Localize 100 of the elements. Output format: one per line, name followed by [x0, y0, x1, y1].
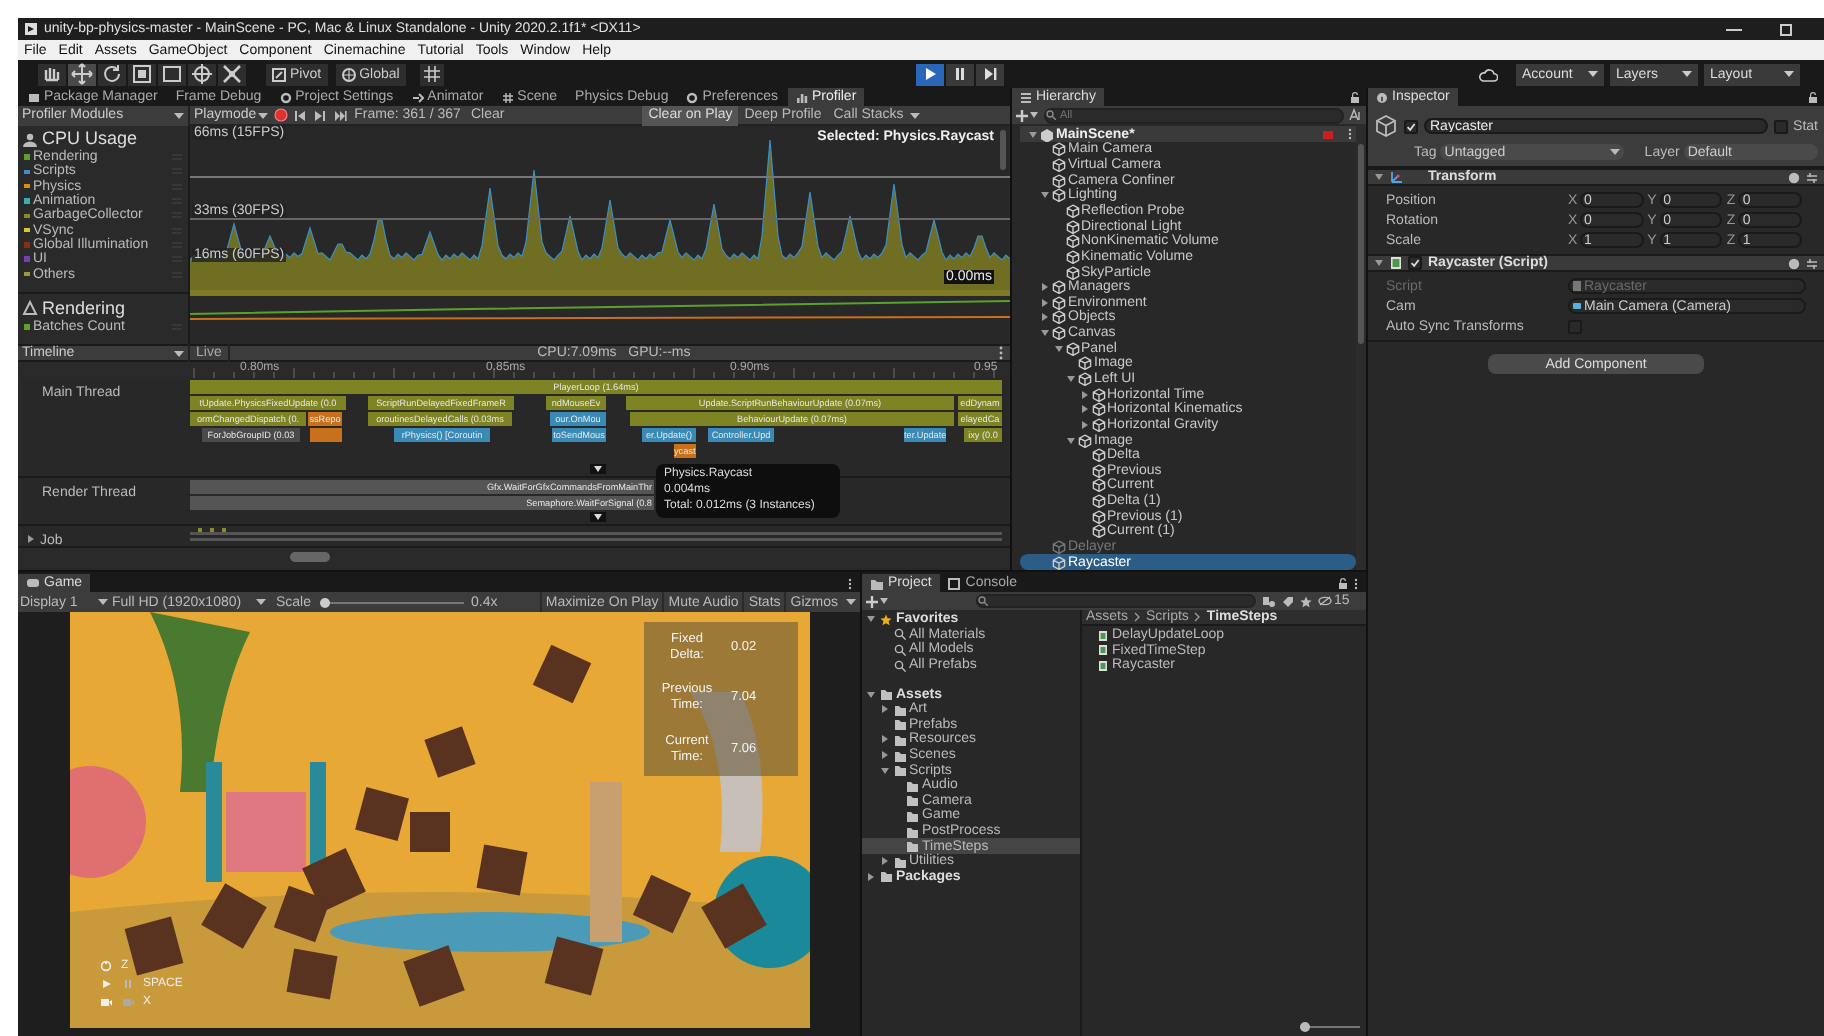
- caret-icon: [98, 598, 108, 606]
- scrollbar-thumb[interactable]: [290, 552, 330, 562]
- camera-icon: [1572, 302, 1582, 310]
- move-icon: [70, 62, 94, 86]
- caret-icon: [256, 598, 266, 606]
- add-button[interactable]: [1016, 109, 1040, 122]
- restore-icon[interactable]: [1776, 22, 1796, 36]
- chevron-icon: [1134, 612, 1141, 622]
- tool-button[interactable]: [38, 63, 66, 85]
- step-icon: [982, 66, 999, 82]
- grid-snap-button[interactable]: [419, 63, 444, 85]
- cpu-icon: [22, 131, 38, 147]
- expanded-arrow-icon: [879, 765, 889, 776]
- transform-axes-icon: [1390, 170, 1404, 184]
- static-checkbox[interactable]: [1773, 119, 1788, 133]
- enabled-checkbox[interactable]: [1408, 256, 1422, 270]
- flow-icon: [411, 91, 424, 103]
- gamepad-icon: [26, 578, 40, 588]
- caret-icon: [1030, 112, 1038, 119]
- pause-button[interactable]: [946, 63, 975, 85]
- tool-button[interactable]: [218, 63, 246, 85]
- slider-thumb[interactable]: [1300, 1022, 1310, 1032]
- play-icon: [99, 978, 111, 990]
- caret-icon: [258, 111, 269, 119]
- gear-icon: [686, 91, 699, 103]
- play-icon: [922, 66, 939, 82]
- sort-icon: [1348, 108, 1362, 123]
- scale-icon: [130, 62, 154, 86]
- expanded-arrow-icon: [1040, 190, 1050, 201]
- last-frame-icon: [333, 109, 348, 121]
- more-icon: [998, 346, 1004, 360]
- script-file-icon: [1390, 256, 1402, 270]
- caret-icon: [909, 111, 920, 119]
- help-icon: [1788, 257, 1800, 269]
- step-button[interactable]: [976, 63, 1005, 85]
- help-icon: [1788, 171, 1800, 183]
- previous-frame-icon: [293, 109, 308, 121]
- checkmark-icon: [1410, 258, 1420, 268]
- rendering-icon: [22, 300, 38, 317]
- camera-icon: [121, 996, 133, 1008]
- hidden-eye-icon: [1318, 596, 1332, 606]
- cube-icon: [1374, 114, 1398, 138]
- collapse-button[interactable]: [590, 464, 606, 474]
- expanded-arrow-icon: [866, 614, 876, 625]
- caret-icon: [174, 349, 184, 357]
- console-icon: [947, 577, 962, 589]
- module-title[interactable]: CPU Usage: [42, 130, 138, 148]
- search-icon: [978, 596, 988, 606]
- add-button[interactable]: [866, 595, 890, 607]
- collapse-button[interactable]: [590, 512, 606, 522]
- caret-icon: [1784, 70, 1795, 78]
- search-field[interactable]: [976, 594, 1256, 608]
- pause-icon: [121, 978, 133, 990]
- scrollbar-thumb[interactable]: [1358, 144, 1364, 345]
- search-icon: [1046, 109, 1056, 120]
- expanded-arrow-icon: [1066, 373, 1076, 384]
- lock-icon: [1350, 92, 1360, 104]
- transform-icon: [190, 62, 214, 86]
- settings-icon: [1806, 171, 1818, 183]
- expanded-arrow-icon: [1374, 172, 1384, 182]
- collapsed-arrow-icon: [879, 704, 889, 715]
- record-icon: [274, 108, 289, 122]
- list-icon: [1020, 91, 1032, 103]
- tool-button[interactable]: [128, 63, 156, 85]
- active-checkbox[interactable]: [1404, 119, 1418, 133]
- expanded-arrow-icon: [1066, 435, 1076, 446]
- pause-icon: [952, 66, 969, 82]
- play-button[interactable]: [916, 63, 945, 85]
- module-title[interactable]: Rendering: [42, 299, 126, 318]
- frame-step-button[interactable]: [290, 106, 311, 124]
- lock-icon: [1338, 578, 1348, 590]
- filter-type-icon: [1262, 595, 1276, 607]
- search-icon: [893, 659, 905, 672]
- package-icon: [28, 91, 40, 103]
- camera-icon: [99, 996, 111, 1008]
- settings-icon: [1806, 257, 1818, 269]
- tool-button[interactable]: [98, 63, 126, 85]
- cross-tools-icon: [220, 62, 244, 86]
- tool-button[interactable]: [68, 63, 96, 85]
- tool-button[interactable]: [188, 63, 216, 85]
- next-frame-icon: [313, 109, 328, 121]
- record-button[interactable]: [272, 106, 291, 124]
- frame-step-button[interactable]: [330, 106, 351, 124]
- caret-icon: [1588, 70, 1599, 78]
- rect-icon: [160, 62, 184, 86]
- caret-icon: [1610, 148, 1621, 156]
- hand-icon: [40, 62, 64, 86]
- star-icon: [1300, 595, 1312, 607]
- lock-icon: [1808, 92, 1818, 104]
- tool-button[interactable]: [158, 63, 186, 85]
- caret-icon: [1682, 70, 1693, 78]
- script-file-icon: [1572, 280, 1582, 292]
- plus-icon: [866, 595, 878, 607]
- star-icon: [880, 613, 892, 626]
- gear-icon: [279, 91, 292, 103]
- cloud-icon: [1478, 67, 1499, 81]
- globe-icon: [341, 67, 356, 81]
- slider-thumb[interactable]: [319, 597, 330, 607]
- frame-step-button[interactable]: [310, 106, 331, 124]
- caret-icon: [174, 111, 184, 119]
